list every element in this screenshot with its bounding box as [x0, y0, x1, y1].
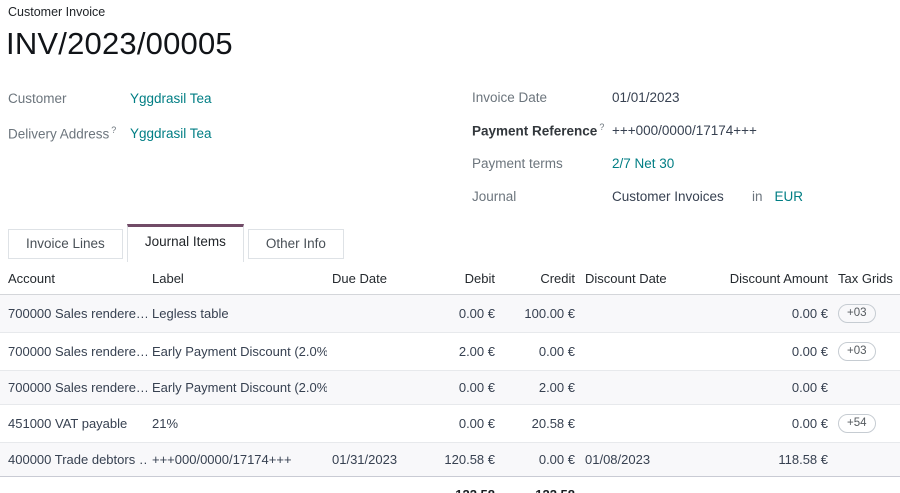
tax-grid-badge: +54	[838, 414, 876, 433]
cell-credit[interactable]: 2.00 €	[500, 371, 580, 405]
help-question-icon: ?	[111, 125, 116, 135]
payment-reference-value[interactable]: +++000/0000/17174+++	[612, 123, 757, 138]
fields-right-column: Invoice Date 01/01/2023 Payment Referenc…	[464, 81, 900, 213]
cell-debit[interactable]: 0.00 €	[415, 295, 500, 333]
col-header-label[interactable]: Label	[147, 263, 327, 295]
cell-label[interactable]: +++000/0000/17174+++	[147, 443, 327, 477]
field-payment-terms: Payment terms 2/7 Net 30	[472, 147, 900, 180]
cell-tax-grids[interactable]: +03	[833, 295, 900, 333]
cell-tax-grids[interactable]: +03	[833, 333, 900, 371]
col-header-debit[interactable]: Debit	[415, 263, 500, 295]
table-row[interactable]: 700000 Sales rendere… Early Payment Disc…	[0, 333, 900, 371]
table-row[interactable]: 700000 Sales rendere… Legless table 0.00…	[0, 295, 900, 333]
tax-grid-badge: +03	[838, 342, 876, 361]
cell-discount-date[interactable]: 01/08/2023	[580, 443, 695, 477]
cell-label[interactable]: Early Payment Discount (2.0%)	[147, 371, 327, 405]
tab-journal-items[interactable]: Journal Items	[127, 224, 244, 262]
col-header-discount-date[interactable]: Discount Date	[580, 263, 695, 295]
cell-due-date[interactable]	[327, 405, 415, 443]
journal-value-group: Customer Invoices in EUR	[612, 189, 803, 204]
cell-credit[interactable]: 0.00 €	[500, 333, 580, 371]
cell-discount-date[interactable]	[580, 405, 695, 443]
cell-discount-amount[interactable]: 0.00 €	[695, 371, 833, 405]
payment-reference-label: Payment Reference?	[472, 122, 612, 139]
notebook-tabs: Invoice Lines Journal Items Other Info	[0, 224, 900, 263]
field-customer: Customer Yggdrasil Tea	[8, 81, 464, 116]
cell-account[interactable]: 400000 Trade debtors …	[0, 443, 147, 477]
cell-debit[interactable]: 0.00 €	[415, 405, 500, 443]
field-delivery-address: Delivery Address? Yggdrasil Tea	[8, 116, 464, 151]
journal-value[interactable]: Customer Invoices	[612, 189, 752, 204]
cell-account[interactable]: 700000 Sales rendere…	[0, 333, 147, 371]
cell-tax-grids[interactable]: +54	[833, 405, 900, 443]
cell-label[interactable]: 21%	[147, 405, 327, 443]
cell-account[interactable]: 700000 Sales rendere…	[0, 295, 147, 333]
cell-discount-date[interactable]	[580, 371, 695, 405]
invoice-form-page: Customer Invoice INV/2023/00005 Customer…	[0, 0, 900, 493]
payment-terms-label: Payment terms	[472, 156, 612, 171]
cell-label[interactable]: Early Payment Discount (2.0%)	[147, 333, 327, 371]
journal-items-table: Account Label Due Date Debit Credit Disc…	[0, 263, 900, 493]
payment-terms-value[interactable]: 2/7 Net 30	[612, 156, 674, 171]
cell-debit[interactable]: 2.00 €	[415, 333, 500, 371]
field-payment-reference: Payment Reference? +++000/0000/17174+++	[472, 114, 900, 147]
cell-credit[interactable]: 20.58 €	[500, 405, 580, 443]
col-header-credit[interactable]: Credit	[500, 263, 580, 295]
col-header-account[interactable]: Account	[0, 263, 147, 295]
field-invoice-date: Invoice Date 01/01/2023	[472, 81, 900, 114]
cell-tax-grids[interactable]	[833, 371, 900, 405]
cell-discount-amount[interactable]: 0.00 €	[695, 295, 833, 333]
table-row[interactable]: 700000 Sales rendere… Early Payment Disc…	[0, 371, 900, 405]
tax-grid-badge: +03	[838, 304, 876, 323]
total-debit: 122.58	[415, 477, 500, 493]
customer-value[interactable]: Yggdrasil Tea	[130, 91, 212, 106]
invoice-date-value[interactable]: 01/01/2023	[612, 90, 680, 105]
breadcrumb[interactable]: Customer Invoice	[0, 5, 900, 19]
col-header-tax-grids[interactable]: Tax Grids	[833, 263, 900, 295]
cell-debit[interactable]: 120.58 €	[415, 443, 500, 477]
invoice-fields: Customer Yggdrasil Tea Delivery Address?…	[0, 81, 900, 213]
page-title: INV/2023/00005	[0, 26, 900, 62]
total-credit: 122.58	[500, 477, 580, 493]
journal-currency[interactable]: EUR	[775, 189, 804, 204]
cell-discount-amount[interactable]: 0.00 €	[695, 333, 833, 371]
cell-credit[interactable]: 0.00 €	[500, 443, 580, 477]
tab-invoice-lines[interactable]: Invoice Lines	[8, 229, 123, 259]
col-header-discount-amount[interactable]: Discount Amount	[695, 263, 833, 295]
cell-discount-date[interactable]	[580, 333, 695, 371]
notebook: Invoice Lines Journal Items Other Info A…	[0, 224, 900, 493]
table-row[interactable]: 451000 VAT payable 21% 0.00 € 20.58 € 0.…	[0, 405, 900, 443]
cell-account[interactable]: 700000 Sales rendere…	[0, 371, 147, 405]
table-header-row: Account Label Due Date Debit Credit Disc…	[0, 263, 900, 295]
cell-debit[interactable]: 0.00 €	[415, 371, 500, 405]
cell-discount-date[interactable]	[580, 295, 695, 333]
col-header-due-date[interactable]: Due Date	[327, 263, 415, 295]
cell-due-date[interactable]: 01/31/2023	[327, 443, 415, 477]
cell-discount-amount[interactable]: 118.58 €	[695, 443, 833, 477]
tab-other-info[interactable]: Other Info	[248, 229, 344, 259]
cell-credit[interactable]: 100.00 €	[500, 295, 580, 333]
cell-due-date[interactable]	[327, 371, 415, 405]
cell-discount-amount[interactable]: 0.00 €	[695, 405, 833, 443]
totals-row: 122.58 122.58	[0, 477, 900, 493]
journal-in-separator: in	[752, 189, 763, 204]
field-journal: Journal Customer Invoices in EUR	[472, 180, 900, 213]
delivery-address-label: Delivery Address?	[8, 125, 130, 142]
fields-left-column: Customer Yggdrasil Tea Delivery Address?…	[0, 81, 464, 213]
cell-tax-grids[interactable]	[833, 443, 900, 477]
journal-label: Journal	[472, 189, 612, 204]
cell-label[interactable]: Legless table	[147, 295, 327, 333]
invoice-date-label: Invoice Date	[472, 90, 612, 105]
delivery-address-value[interactable]: Yggdrasil Tea	[130, 126, 212, 141]
cell-account[interactable]: 451000 VAT payable	[0, 405, 147, 443]
cell-due-date[interactable]	[327, 295, 415, 333]
help-question-icon: ?	[599, 122, 604, 132]
customer-label: Customer	[8, 91, 130, 106]
table-row[interactable]: 400000 Trade debtors … +++000/0000/17174…	[0, 443, 900, 477]
cell-due-date[interactable]	[327, 333, 415, 371]
